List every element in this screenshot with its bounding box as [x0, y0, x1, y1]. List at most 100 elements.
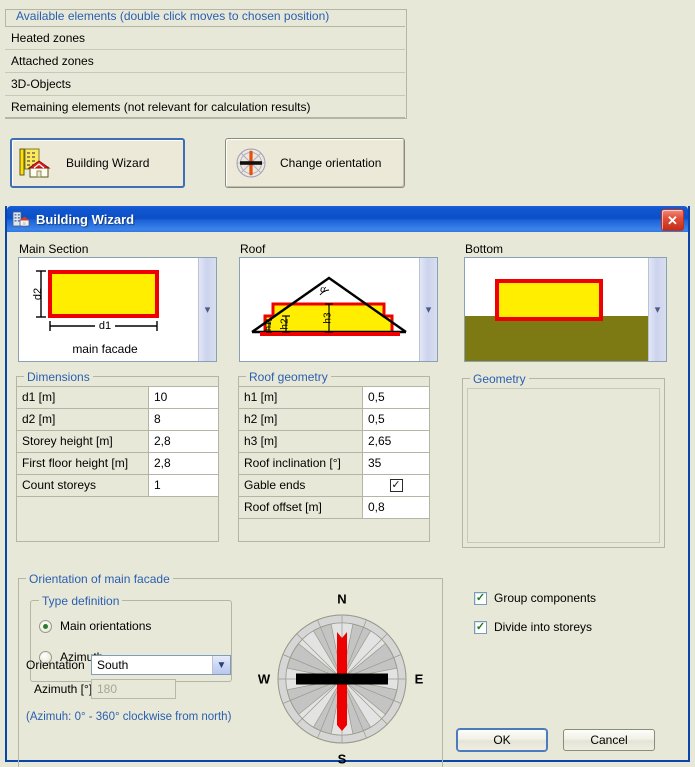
list-item[interactable]: 3D-Objects [5, 72, 405, 95]
bottom-drawing [465, 258, 651, 361]
table-row[interactable]: h3 [m] 2,65 [239, 431, 429, 453]
table-row[interactable]: d1 [m] 10 [17, 387, 218, 409]
chevron-down-icon: ▾ [204, 304, 211, 316]
svg-text:d2: d2 [32, 288, 44, 300]
table-row[interactable]: Gable ends ✓ [239, 475, 429, 497]
gable-ends-checkbox[interactable]: ✓ [389, 479, 403, 492]
list-bottom-border [5, 117, 405, 118]
list-item[interactable]: Remaining elements (not relevant for cal… [5, 95, 405, 118]
chevron-down-icon: ▾ [425, 304, 432, 316]
cancel-button[interactable]: Cancel [563, 729, 655, 751]
radio-main-orientations-label: Main orientations [60, 619, 152, 633]
compass-rose[interactable]: N S E W [252, 587, 432, 767]
table-row[interactable]: Storey height [m] 2,8 [17, 431, 218, 453]
table-row[interactable]: d2 [m] 8 [17, 409, 218, 431]
type-definition-legend: Type definition [39, 595, 123, 607]
row-value[interactable]: 2,8 [149, 453, 218, 474]
row-key: h2 [m] [239, 409, 363, 430]
row-key: Count storeys [17, 475, 149, 496]
chevron-down-icon: ▾ [654, 304, 661, 316]
building-wizard-icon [16, 146, 58, 180]
bottom-scrollbar[interactable]: ▾ [648, 258, 666, 361]
svg-text:h3: h3 [323, 312, 334, 324]
dialog-titlebar[interactable]: Building Wizard ✕ [7, 206, 688, 232]
row-key: d2 [m] [17, 409, 149, 430]
svg-text:h1: h1 [263, 321, 273, 331]
main-section-drawing: d2 d1 main facade [19, 258, 201, 361]
compass-rose-graphic: N S E W [258, 592, 424, 767]
roof-label: Roof [240, 242, 266, 256]
compass-north-label: N [337, 592, 346, 607]
compass-west-label: W [258, 672, 271, 687]
building-wizard-button[interactable]: Building Wizard [10, 138, 185, 188]
main-section-label: Main Section [19, 242, 89, 256]
checkbox-icon: ✓ [474, 591, 487, 605]
row-value[interactable]: 35 [363, 453, 429, 474]
available-elements-list[interactable]: Heated zones Attached zones 3D-Objects R… [5, 26, 405, 118]
main-section-preview[interactable]: d2 d1 main facade ▾ [18, 257, 217, 362]
row-value[interactable]: 10 [149, 387, 218, 408]
svg-text:α: α [320, 283, 326, 295]
bottom-preview[interactable]: ▾ [464, 257, 667, 362]
radio-main-orientations[interactable]: Main orientations [39, 619, 151, 633]
table-row[interactable]: Roof offset [m] 0,8 [239, 497, 429, 519]
checkbox-divide-into-storeys[interactable]: ✓ Divide into storeys [474, 620, 592, 634]
available-elements-legend: Available elements (double click moves t… [13, 10, 333, 22]
table-row[interactable]: First floor height [m] 2,8 [17, 453, 218, 475]
dimensions-grid[interactable]: d1 [m] 10 d2 [m] 8 Storey height [m] 2,8… [16, 386, 219, 497]
bottom-label: Bottom [465, 242, 504, 256]
main-section-scrollbar[interactable]: ▾ [198, 258, 216, 361]
building-icon [12, 210, 30, 228]
checkbox-group-components-label: Group components [494, 591, 597, 605]
compass-icon [230, 146, 272, 180]
svg-text:h2: h2 [280, 318, 291, 330]
close-icon[interactable]: ✕ [661, 209, 684, 231]
row-key: Gable ends [239, 475, 363, 496]
check-icon: ✓ [475, 620, 486, 633]
table-row[interactable]: Roof inclination [°] 35 [239, 453, 429, 475]
svg-text:d1: d1 [99, 320, 111, 332]
chevron-down-icon[interactable]: ▼ [212, 656, 230, 674]
compass-east-label: E [415, 672, 424, 687]
check-icon: ✓ [391, 479, 401, 491]
orientation-field-label: Orientation [26, 658, 85, 672]
ok-button[interactable]: OK [457, 729, 547, 751]
row-value[interactable]: ✓ [363, 475, 429, 496]
radio-selected-icon [39, 619, 52, 633]
roof-drawing: α h3 h2 h1 [240, 258, 422, 361]
geometry-canvas [467, 388, 660, 543]
row-key: First floor height [m] [17, 453, 149, 474]
azimuth-input[interactable]: 180 [91, 679, 176, 699]
compass-south-label: S [338, 752, 347, 767]
dimensions-legend: Dimensions [24, 371, 93, 383]
roof-geometry-grid[interactable]: h1 [m] 0,5 h2 [m] 0,5 h3 [m] 2,65 Roof i… [238, 386, 430, 519]
row-key: Storey height [m] [17, 431, 149, 452]
orientation-select-value: South [97, 658, 129, 672]
roof-scrollbar[interactable]: ▾ [419, 258, 437, 361]
row-key: h1 [m] [239, 387, 363, 408]
row-key: d1 [m] [17, 387, 149, 408]
row-value[interactable]: 0,5 [363, 387, 429, 408]
row-value[interactable]: 0,8 [363, 497, 429, 518]
dialog-body: Main Section Roof Bottom d2 d1 main faca… [7, 232, 688, 767]
orientation-select[interactable]: South ▼ [91, 655, 231, 675]
table-row[interactable]: h2 [m] 0,5 [239, 409, 429, 431]
list-item[interactable]: Heated zones [5, 26, 405, 49]
azimuth-input-value: 180 [97, 682, 118, 696]
row-value[interactable]: 2,8 [149, 431, 218, 452]
table-row[interactable]: h1 [m] 0,5 [239, 387, 429, 409]
building-wizard-dialog: Building Wizard ✕ Main Section Roof Bott… [5, 206, 690, 767]
row-value[interactable]: 0,5 [363, 409, 429, 430]
row-value[interactable]: 8 [149, 409, 218, 430]
checkbox-group-components[interactable]: ✓ Group components [474, 591, 596, 605]
checkbox-icon: ✓ [474, 620, 487, 634]
change-orientation-button[interactable]: Change orientation [225, 138, 405, 188]
row-value[interactable]: 1 [149, 475, 218, 496]
azimuth-hint: (Azimuh: 0° - 360° clockwise from north) [26, 711, 232, 723]
table-row[interactable]: Count storeys 1 [17, 475, 218, 497]
list-item[interactable]: Attached zones [5, 49, 405, 72]
roof-preview[interactable]: α h3 h2 h1 ▾ [239, 257, 438, 362]
roof-geometry-legend: Roof geometry [246, 371, 331, 383]
row-key: Roof inclination [°] [239, 453, 363, 474]
row-value[interactable]: 2,65 [363, 431, 429, 452]
